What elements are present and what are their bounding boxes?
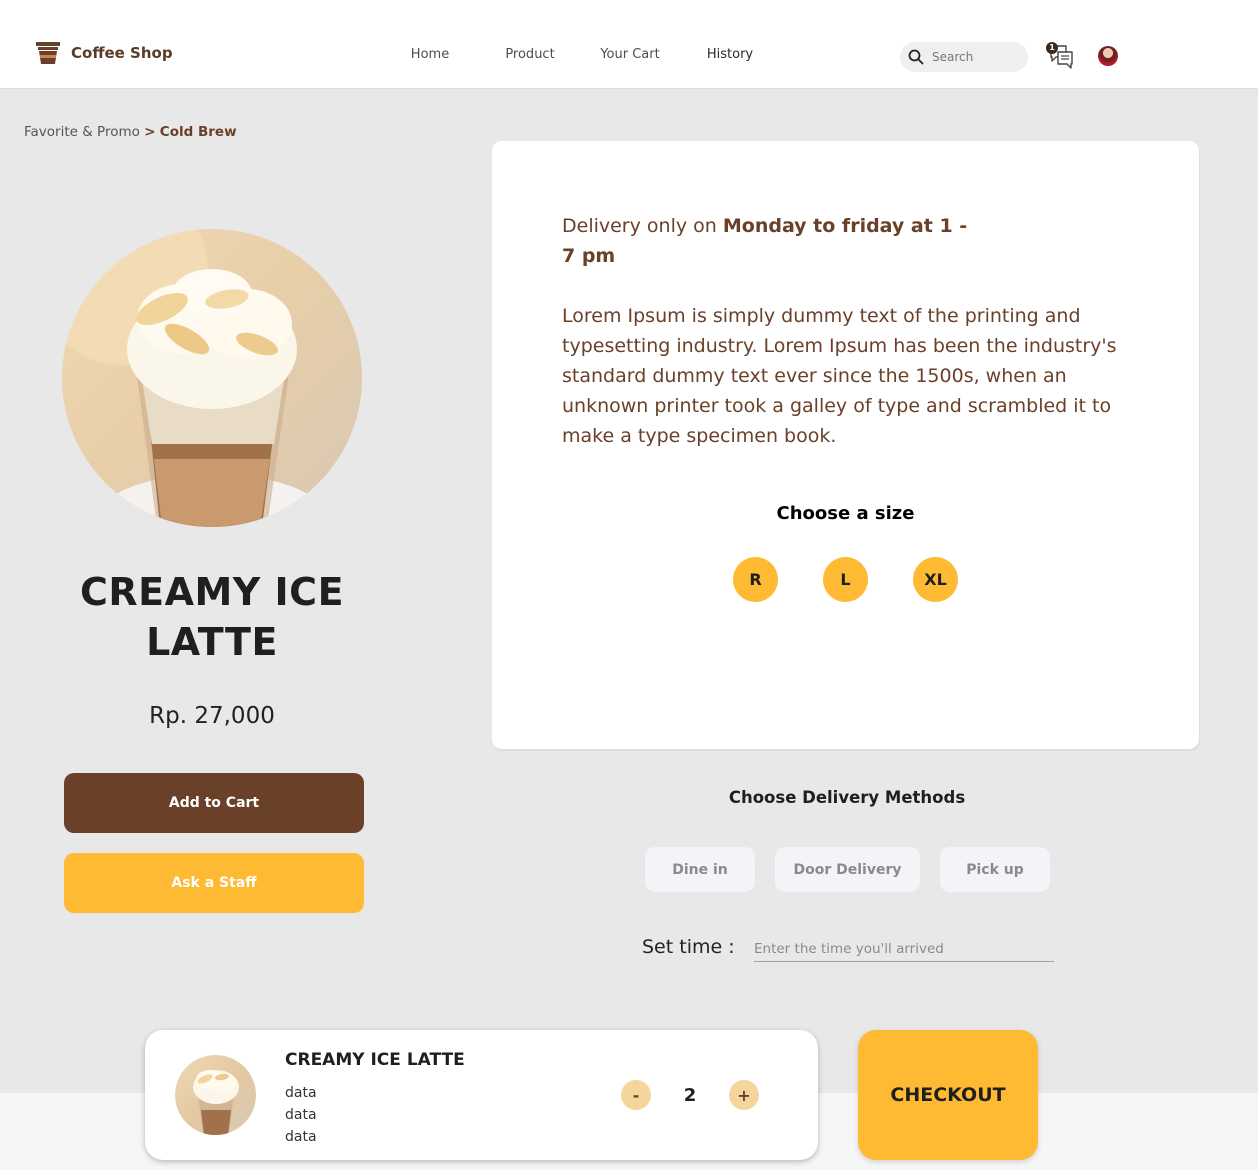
size-l-button[interactable]: L <box>823 557 868 602</box>
size-xl-button[interactable]: XL <box>913 557 958 602</box>
cart-item-detail: data <box>285 1129 317 1145</box>
product-description: Lorem Ipsum is simply dummy text of the … <box>562 305 1117 447</box>
latte-illustration <box>102 269 322 527</box>
cart-item-detail: data <box>285 1107 317 1123</box>
pick-up-button[interactable]: Pick up <box>940 847 1050 892</box>
door-delivery-button[interactable]: Door Delivery <box>775 847 920 892</box>
main-nav: Home Product Your Cart History <box>390 47 790 62</box>
delivery-methods-title: Choose Delivery Methods <box>728 788 966 807</box>
increase-quantity-button[interactable]: + <box>729 1080 759 1110</box>
delivery-prefix: Delivery only on <box>562 215 717 237</box>
ask-staff-button[interactable]: Ask a Staff <box>64 853 364 913</box>
breadcrumb: Favorite & Promo > Cold Brew <box>24 124 237 140</box>
cart-item-details: data data data <box>285 1082 317 1148</box>
logo[interactable]: Coffee Shop <box>35 40 173 66</box>
coffee-cup-icon <box>36 42 60 64</box>
nav-home[interactable]: Home <box>390 47 470 62</box>
nav-your-cart[interactable]: Your Cart <box>590 47 670 62</box>
latte-thumbnail <box>193 1070 239 1135</box>
add-to-cart-button[interactable]: Add to Cart <box>64 773 364 833</box>
header: Coffee Shop Home Product Your Cart Histo… <box>0 0 1258 89</box>
nav-product[interactable]: Product <box>470 47 590 62</box>
cart-summary: CREAMY ICE LATTE data data data - 2 + <box>145 1030 818 1160</box>
size-options: R L XL <box>733 557 958 602</box>
quantity-stepper: - 2 + <box>621 1080 759 1110</box>
avatar[interactable] <box>1098 46 1118 66</box>
search-icon <box>908 49 924 65</box>
breadcrumb-separator: > <box>144 124 156 140</box>
nav-history[interactable]: History <box>670 47 790 62</box>
product-name: CREAMY ICE LATTE <box>79 570 345 664</box>
logo-text: Coffee Shop <box>71 44 173 62</box>
breadcrumb-current: Cold Brew <box>159 124 237 140</box>
search-input[interactable] <box>932 50 1017 64</box>
checkout-button[interactable]: CHECKOUT <box>858 1030 1038 1160</box>
size-title: Choose a size <box>776 503 915 524</box>
delivery-info: Delivery only on Monday to friday at 1 -… <box>562 211 982 271</box>
cart-item-thumbnail <box>175 1055 256 1135</box>
breadcrumb-parent[interactable]: Favorite & Promo <box>24 124 140 140</box>
product-info-card: Delivery only on Monday to friday at 1 -… <box>492 141 1199 749</box>
chat-button[interactable]: 1 <box>1046 42 1076 70</box>
cart-item-detail: data <box>285 1085 317 1101</box>
size-r-button[interactable]: R <box>733 557 778 602</box>
product-price: Rp. 27,000 <box>149 703 275 729</box>
set-time-label: Set time : <box>642 936 735 958</box>
quantity-value: 2 <box>683 1084 697 1106</box>
search-bar[interactable] <box>900 42 1028 72</box>
time-input[interactable] <box>754 937 1054 962</box>
decrease-quantity-button[interactable]: - <box>621 1080 651 1110</box>
product-image <box>62 229 362 527</box>
dine-in-button[interactable]: Dine in <box>645 847 755 892</box>
delivery-methods: Dine in Door Delivery Pick up <box>645 847 1050 892</box>
chat-badge: 1 <box>1046 42 1058 54</box>
cart-item-name: CREAMY ICE LATTE <box>285 1050 465 1070</box>
